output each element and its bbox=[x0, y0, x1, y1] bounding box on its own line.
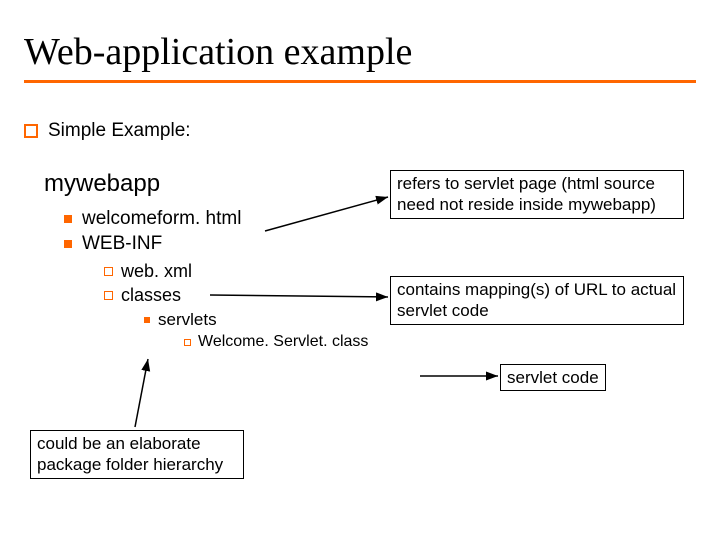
tree-item-webxml: web. xml bbox=[121, 261, 192, 282]
bullet-level2-icon bbox=[104, 291, 113, 300]
tree-item-servlets: servlets bbox=[158, 310, 217, 330]
arrow-from-note4 bbox=[135, 359, 148, 427]
slide-title: Web-application example bbox=[0, 0, 720, 74]
bullet-level0-icon bbox=[24, 124, 38, 138]
tree-item-welcome-servlet-class: Welcome. Servlet. class bbox=[198, 333, 368, 351]
tree-item-classes: classes bbox=[121, 285, 181, 306]
bullet-level4-icon bbox=[184, 339, 191, 346]
title-rule bbox=[24, 80, 696, 83]
tree-item-webinf: WEB-INF bbox=[82, 233, 162, 255]
content-area: Simple Example: mywebapp welcomeform. ht… bbox=[24, 120, 368, 354]
note-servlet-code: servlet code bbox=[500, 364, 606, 391]
bullet-level2-icon bbox=[104, 267, 113, 276]
note-servlet-page: refers to servlet page (html source need… bbox=[390, 170, 684, 219]
bullet-level1-icon bbox=[64, 215, 72, 223]
note-mapping: contains mapping(s) of URL to actual ser… bbox=[390, 276, 684, 325]
bullet-level1-icon bbox=[64, 240, 72, 248]
tree-root: mywebapp bbox=[44, 170, 160, 198]
bullet-level3-icon bbox=[144, 317, 150, 323]
headline-text: Simple Example: bbox=[48, 120, 191, 142]
note-package-hierarchy: could be an elaborate package folder hie… bbox=[30, 430, 244, 479]
tree-item-welcomeform: welcomeform. html bbox=[82, 208, 241, 230]
